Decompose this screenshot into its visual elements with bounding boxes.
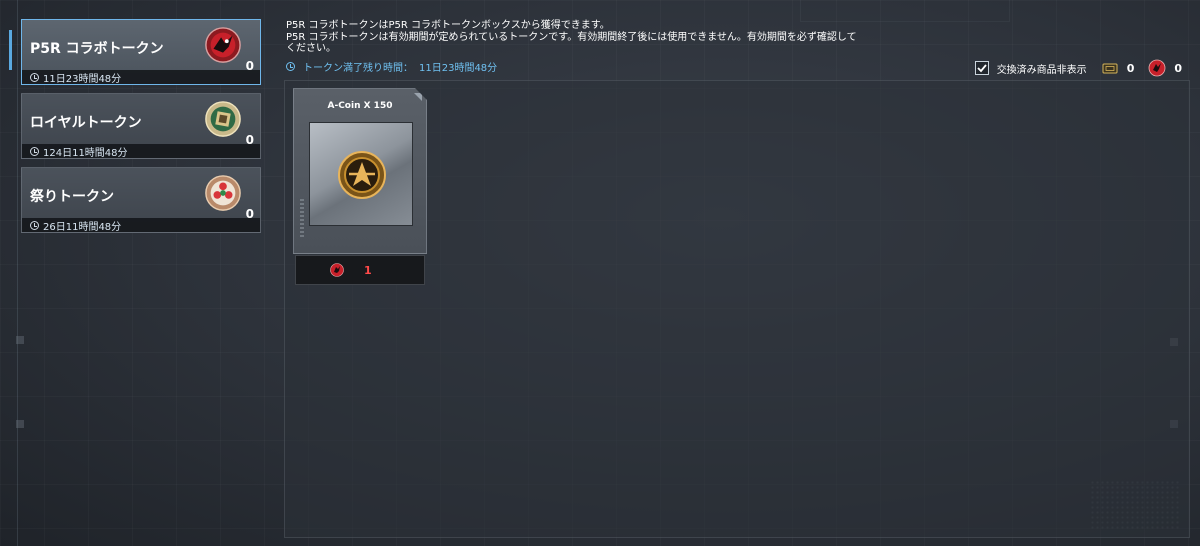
description-line: P5R コラボトークンはP5R コラボトークンボックスから獲得できます。 — [286, 20, 610, 31]
left-rail — [0, 0, 24, 546]
p5r-token-icon — [330, 263, 344, 277]
clock-icon — [286, 62, 295, 71]
item-price: 1 — [295, 255, 425, 285]
hide-exchanged-label[interactable]: 交換済み商品非表示 — [997, 61, 1087, 76]
item-card-body: A-Coin X 150 — [293, 88, 427, 254]
remaining-time-label: トークン満了残り時間： — [303, 63, 413, 74]
rail-accent — [9, 30, 12, 70]
clock-icon — [30, 220, 39, 230]
a-coin-icon — [338, 151, 386, 199]
card-corner-decor — [414, 93, 422, 101]
token-timer: 11日23時間48分 — [22, 70, 260, 85]
hide-exchanged-checkbox[interactable] — [974, 61, 989, 75]
decorative-frame — [800, 0, 1010, 22]
item-title: A-Coin X 150 — [327, 101, 393, 111]
token-description: P5R コラボトークンはP5R コラボトークンボックスから獲得できます。 P5R… — [286, 20, 906, 55]
token-tab-festival[interactable]: 祭りトークン 0 26日11時間48分 — [21, 167, 261, 233]
p5r-token-count: 0 — [1174, 61, 1182, 75]
token-tab-p5r[interactable]: P5R コラボトークン 0 11日23時間48分 — [21, 19, 261, 85]
royal-token-icon — [205, 101, 241, 137]
description-line: ください。 — [286, 43, 336, 54]
ticket-count: 0 — [1126, 61, 1135, 75]
card-side-decor — [300, 199, 304, 239]
token-tab-royal[interactable]: ロイヤルトークン 0 124日11時間48分 — [21, 93, 261, 159]
description-line: P5R コラボトークンは有効期間が定められているトークンです。有効期間終了後には… — [286, 31, 857, 43]
token-tab-label: ロイヤルトークン — [30, 115, 142, 131]
token-timer: 26日11時間48分 — [22, 218, 260, 233]
token-timer-value: 26日11時間48分 — [43, 221, 122, 233]
clock-icon — [30, 146, 39, 156]
rail-marker — [16, 420, 24, 428]
token-timer-value: 124日11時間48分 — [43, 147, 128, 159]
rail-marker — [16, 336, 24, 344]
festival-token-icon — [205, 175, 241, 211]
remaining-time: トークン満了残り時間： 11日23時間48分 — [286, 59, 497, 74]
ticket-icon — [1102, 63, 1118, 74]
remaining-time-value: 11日23時間48分 — [419, 63, 498, 74]
token-tab-label: P5R コラボトークン — [30, 41, 164, 57]
clock-icon — [30, 72, 39, 82]
shop-item-card[interactable]: A-Coin X 150 1 — [293, 88, 427, 286]
item-price-value: 1 — [364, 263, 372, 277]
p5r-token-icon — [205, 27, 241, 63]
check-icon — [977, 64, 987, 73]
token-timer-value: 11日23時間48分 — [43, 73, 122, 85]
token-tab-label: 祭りトークン — [30, 189, 114, 205]
p5r-token-icon — [1148, 59, 1166, 77]
currency-bar: 交換済み商品非表示 0 0 — [974, 58, 1188, 78]
item-image — [309, 122, 413, 226]
token-timer: 124日11時間48分 — [22, 144, 260, 159]
